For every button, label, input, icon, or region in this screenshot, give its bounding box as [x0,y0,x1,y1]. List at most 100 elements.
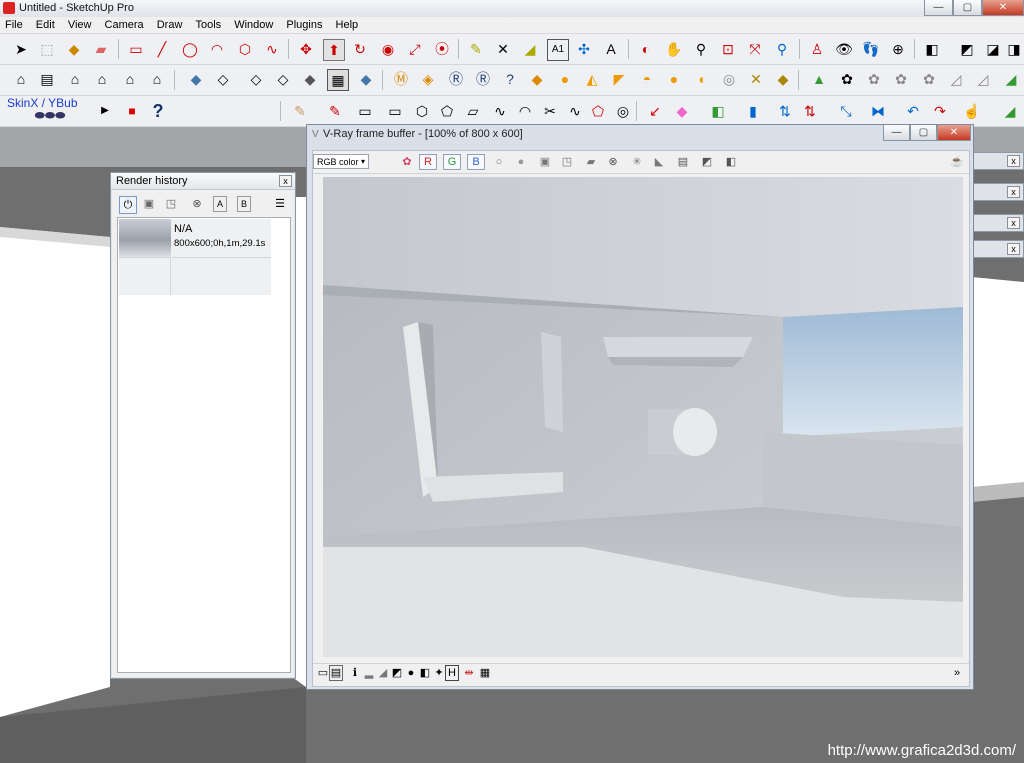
previous-view-icon[interactable]: ⚲ [772,39,792,59]
region-render-icon[interactable]: ▤ [675,154,691,170]
link-to-render-icon[interactable]: ◩ [699,154,715,170]
power-icon[interactable]: ⏻ [119,196,137,214]
undo-arc-icon[interactable]: ↶ [903,101,923,121]
red-channel-toggle[interactable]: R [419,154,437,170]
eraser-icon[interactable]: ▰ [91,39,111,59]
warehouse-icon[interactable]: ◩ [957,39,977,59]
track-mouse-icon[interactable]: ✳ [629,154,645,170]
back-view-icon[interactable]: ⌂ [120,69,140,89]
save-icon[interactable]: ▣ [141,196,157,212]
tape-measure-icon[interactable]: ✎ [466,39,486,59]
green-channel-toggle[interactable]: G [443,154,461,170]
film-icon[interactable]: ▤ [329,665,343,681]
vray-sphere-light-icon[interactable]: ◓ [637,69,657,89]
x-ray-icon[interactable]: ◆ [186,69,206,89]
docked-panel-3[interactable]: x [972,214,1024,232]
cube-face-icon[interactable]: ◧ [708,101,728,121]
pencil-icon[interactable]: ✎ [325,101,345,121]
save-image-icon[interactable]: ▣ [537,154,553,170]
knife-icon[interactable]: ✂ [540,101,560,121]
menu-view[interactable]: View [63,17,97,33]
help-icon[interactable]: ? [148,101,168,121]
outliner-icon[interactable]: ◢ [1001,69,1021,89]
mono-icon[interactable]: ● [513,154,529,170]
fb-close-button[interactable]: ✕ [937,125,971,141]
book-green-icon[interactable]: ◢ [1000,101,1020,121]
close-icon[interactable]: x [1007,155,1020,167]
dimension-tool-icon[interactable]: ✕ [493,39,513,59]
split-icon[interactable]: ⧓ [868,101,888,121]
color-channels-icon[interactable]: ✿ [399,154,415,170]
arc-tool-icon[interactable]: ◠ [207,39,227,59]
circle-tool-icon[interactable]: ◯ [180,39,200,59]
paintbrush-icon[interactable]: ✎ [290,101,310,121]
arrow-red-icon[interactable]: ↙ [645,101,665,121]
channel-select[interactable]: RGB color ▾ [313,154,369,169]
teapot-render-icon[interactable]: ☕ [949,154,965,170]
hexagon-icon[interactable]: ⬡ [412,101,432,121]
paint-bucket-icon[interactable]: ◆ [64,39,84,59]
wireframe-icon[interactable]: ◇ [213,69,233,89]
save-all-icon[interactable]: ◳ [559,154,575,170]
close-button[interactable]: ✕ [982,0,1024,16]
menu-file[interactable]: File [0,17,28,33]
walk-tool-icon[interactable]: 👣 [861,39,881,59]
fb-maximize-button[interactable]: ▢ [910,125,937,141]
close-icon[interactable]: x [1007,217,1020,229]
pan-tool-icon[interactable]: ✋ [664,39,684,59]
menu-camera[interactable]: Camera [100,17,149,33]
vray-help-icon[interactable]: ? [500,69,520,89]
menu-window[interactable]: Window [229,17,278,33]
sandbox-drape-icon[interactable]: ✿ [919,69,939,89]
sandbox-stamp-icon[interactable]: ✿ [891,69,911,89]
hidden-line-icon[interactable]: ◇ [246,69,266,89]
vray-omni-light-icon[interactable]: ● [555,69,575,89]
list-item[interactable]: N/A 800x600;0h,1m,29.1s [119,219,271,295]
render-last-icon[interactable]: ◧ [723,154,739,170]
right-view-icon[interactable]: ⌂ [92,69,112,89]
hand-pointer-icon[interactable]: ☝ [962,101,982,121]
look-around-icon[interactable]: 👁 [834,39,854,59]
freehand-tool-icon[interactable]: ∿ [262,39,282,59]
extension-warehouse-icon[interactable]: ◨ [1004,39,1024,59]
h-compare-icon[interactable]: H [445,665,459,681]
3d-text-icon[interactable]: A [601,39,621,59]
maximize-button[interactable]: ▢ [953,0,982,16]
polygon-red-icon[interactable]: ⬠ [588,101,608,121]
protractor-icon[interactable]: ◢ [520,39,540,59]
push-pull-icon[interactable]: ⬆ [323,39,345,61]
shaded-textures-icon[interactable]: ◆ [300,69,320,89]
delete-icon[interactable]: ⊗ [189,196,205,212]
line-tool-icon[interactable]: ╱ [152,39,172,59]
menu-icon[interactable]: ☰ [272,196,288,212]
diagonal-arrow-icon[interactable]: ⤡ [836,101,856,121]
vray-material-editor-icon[interactable]: Ⓜ [391,69,411,89]
alpha-icon[interactable]: ○ [491,154,507,170]
redo-arc-icon[interactable]: ↷ [930,101,950,121]
expand-icon[interactable]: » [949,665,965,681]
split-compare-icon[interactable]: ⇹ [461,665,477,681]
sandbox-smoove-icon[interactable]: ✿ [864,69,884,89]
rotate-tool-icon[interactable]: ↻ [350,39,370,59]
sandbox-flip-edge-icon[interactable]: ◿ [973,69,993,89]
vray-texture-icon[interactable]: ◆ [527,69,547,89]
outline-icon[interactable]: ◆ [356,69,376,89]
close-icon[interactable]: x [1007,186,1020,198]
zoom-tool-icon[interactable]: ⚲ [691,39,711,59]
components-icon[interactable]: ◧ [922,39,942,59]
follow-me-icon[interactable]: ◉ [378,39,398,59]
arrows-red-icon[interactable]: ⇅ [800,101,820,121]
copy-to-history-icon[interactable]: ◣ [651,154,667,170]
left-view-icon[interactable]: ⌂ [147,69,167,89]
scale-tool-icon[interactable]: ⤢ [405,39,425,59]
rectangle-tool-icon[interactable]: ▭ [126,39,146,59]
docked-panel-4[interactable]: x [972,240,1024,258]
zoom-window-icon[interactable]: ⊡ [718,39,738,59]
offset-tool-icon[interactable]: ⦿ [432,39,452,59]
bezier-icon[interactable]: ▭ [355,101,375,121]
position-camera-icon[interactable]: ♙ [807,39,827,59]
vray-sun-icon[interactable]: ◎ [719,69,739,89]
sandbox-from-scratch-icon[interactable]: ✿ [837,69,857,89]
close-icon[interactable]: x [1007,243,1020,255]
docked-panel-1[interactable]: x [972,152,1024,170]
